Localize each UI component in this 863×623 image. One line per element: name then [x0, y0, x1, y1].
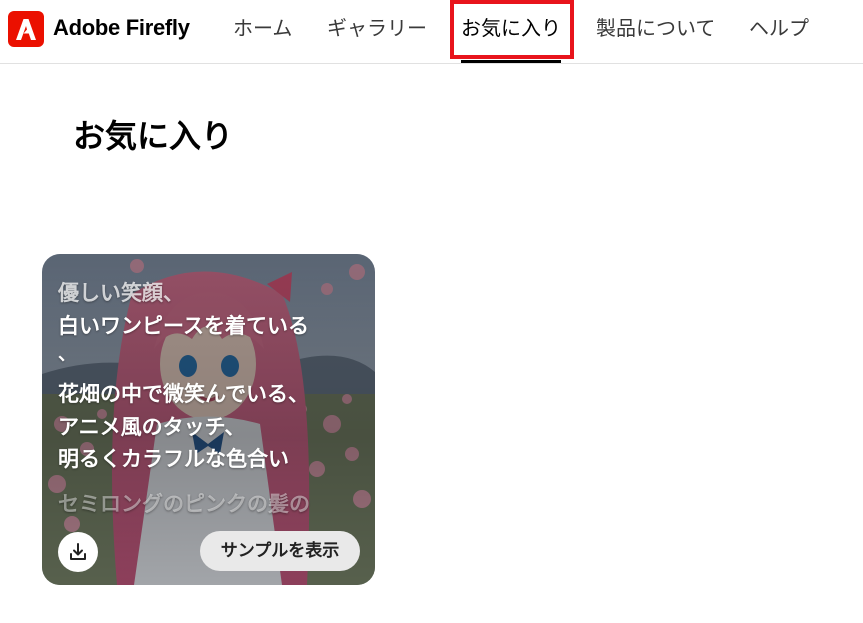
prompt-text-line: 白いワンピースを着ている: [58, 314, 309, 338]
download-icon: [70, 543, 86, 560]
prompt-text-line: セミロングのピンクの髪の: [58, 492, 310, 516]
favorite-card[interactable]: 優しい笑顔、 白いワンピースを着ている 、 花畑の中で微笑んでいる、 アニメ風の…: [42, 254, 375, 585]
nav-item-home[interactable]: ホーム: [233, 12, 292, 44]
active-tab-indicator: [461, 60, 561, 63]
download-button[interactable]: [58, 532, 98, 572]
prompt-text-line: 、: [58, 344, 76, 365]
prompt-text-line: 花畑の中で微笑んでいる、: [58, 382, 309, 406]
page-title: お気に入り: [73, 117, 234, 155]
prompt-text-line: 明るくカラフルな色合い: [58, 447, 289, 471]
nav-item-gallery[interactable]: ギャラリー: [327, 12, 427, 44]
top-header: Adobe Firefly ホーム ギャラリー お気に入り 製品について ヘルプ: [0, 0, 863, 64]
nav-item-help[interactable]: ヘルプ: [749, 12, 809, 44]
prompt-text-line: 優しい笑顔、: [58, 281, 184, 305]
nav-item-about-products[interactable]: 製品について: [596, 12, 715, 44]
brand-name[interactable]: Adobe Firefly: [53, 13, 190, 43]
prompt-text-line: アニメ風のタッチ、: [58, 415, 246, 439]
adobe-logo-icon[interactable]: [8, 11, 44, 47]
highlight-box: [450, 0, 574, 59]
view-sample-button[interactable]: サンプルを表示: [200, 531, 360, 571]
